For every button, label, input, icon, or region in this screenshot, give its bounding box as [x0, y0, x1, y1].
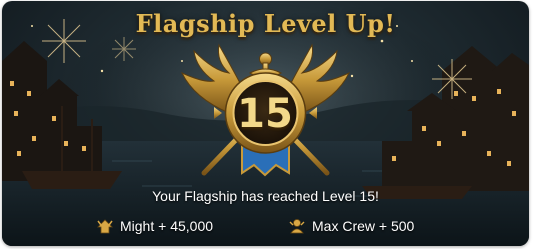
level-message: Your Flagship has reached Level 15! [152, 188, 379, 204]
level-number: 15 [237, 91, 293, 137]
reward-crew: Max Crew + 500 [288, 217, 414, 235]
reward-might: Might + 45,000 [96, 217, 213, 235]
level-up-popup: Flagship Level Up! 15 Your Flagship has … [2, 1, 529, 246]
crew-icon [289, 219, 305, 234]
reward-might-label: Might + 45,000 [120, 218, 214, 234]
might-icon [97, 219, 113, 234]
reward-crew-label: Max Crew + 500 [312, 218, 415, 234]
popup-title: Flagship Level Up! [135, 9, 396, 38]
